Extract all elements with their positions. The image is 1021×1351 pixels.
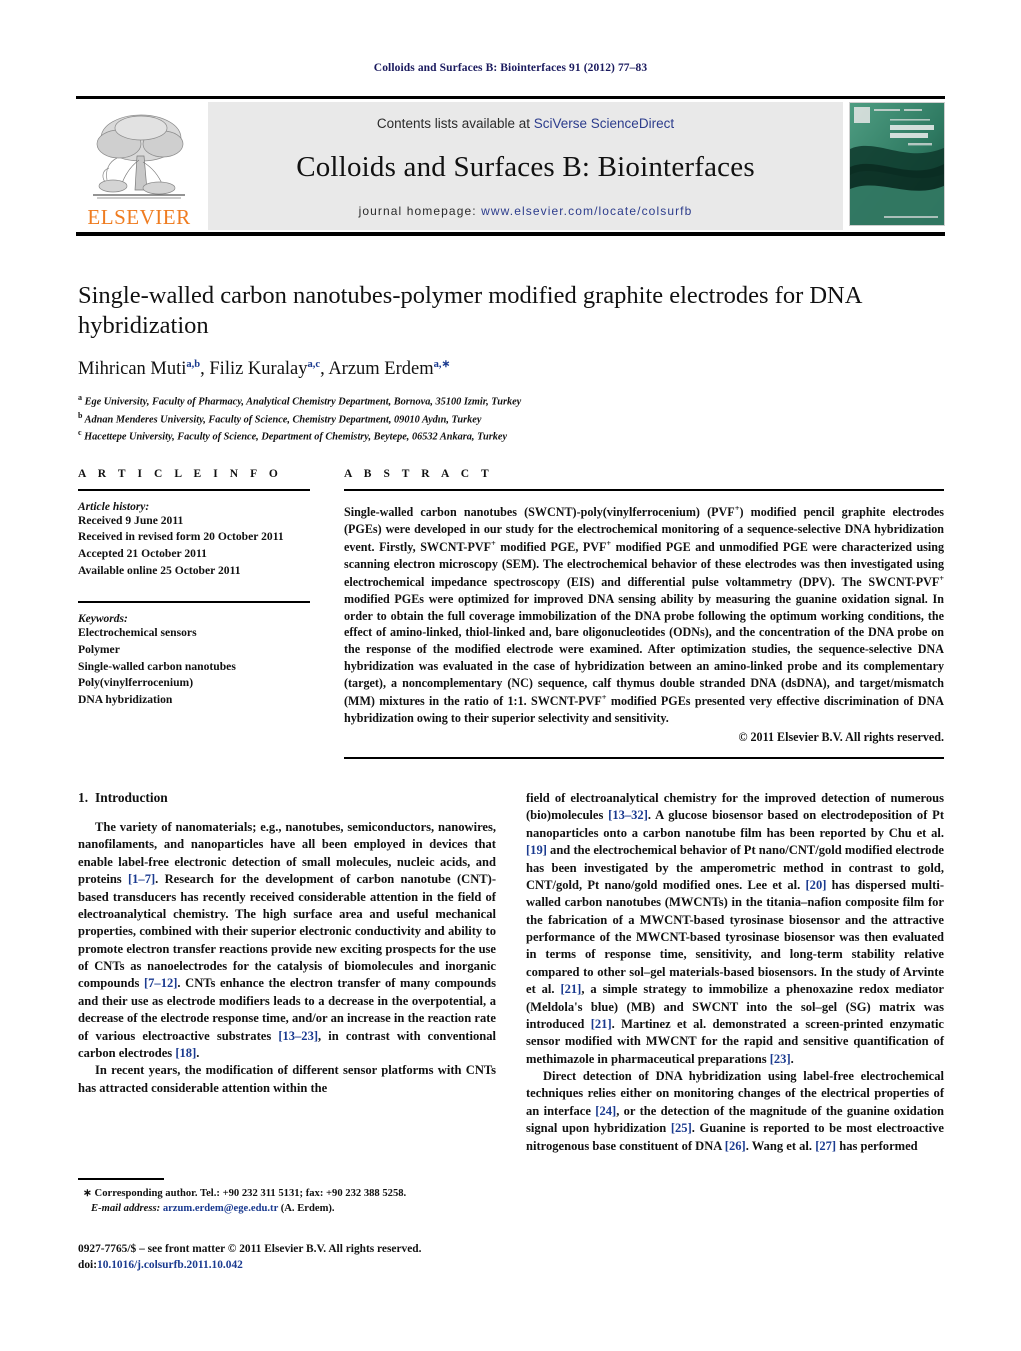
citation-1-7[interactable]: [1–7]: [128, 872, 155, 886]
section-title-text: Introduction: [95, 790, 168, 805]
abstract-text: Single-walled carbon nanotubes (SWCNT)-p…: [344, 503, 945, 726]
elsevier-wordmark: ELSEVIER: [87, 205, 191, 229]
keyword-2: Polymer: [78, 642, 120, 656]
page-title: Single-walled carbon nanotubes-polymer m…: [78, 282, 862, 339]
article-info-heading: A R T I C L E I N F O: [78, 468, 283, 480]
affiliation-c-marker: c: [78, 428, 82, 438]
paragraph-left-1: The variety of nanomaterials; e.g., nano…: [78, 820, 497, 1060]
abstract-copyright: © 2011 Elsevier B.V. All rights reserved…: [738, 730, 944, 745]
journal-cover-thumbnail: [849, 102, 945, 226]
citation-24[interactable]: [24]: [595, 1104, 616, 1118]
citation-18[interactable]: [18]: [175, 1046, 196, 1060]
author-3-affiliation-marker: a,∗: [433, 358, 451, 370]
citation-20[interactable]: [20]: [806, 878, 827, 892]
affiliation-c: c Hacettepe University, Faculty of Scien…: [78, 428, 508, 443]
citation-13-23[interactable]: [13–23]: [278, 1029, 318, 1043]
title-block: Single-walled carbon nanotubes-polymer m…: [78, 281, 944, 445]
article-info-column: A R T I C L E I N F O Article history: R…: [78, 468, 310, 759]
elsevier-tree-icon: [93, 114, 185, 199]
article-history-label: Article history:: [78, 500, 150, 513]
keyword-1: Electrochemical sensors: [78, 625, 197, 639]
author-1-affiliation-marker: a,b: [186, 358, 201, 370]
keywords-label: Keywords:: [78, 612, 128, 625]
issn-doi-block: 0927-7765/$ – see front matter © 2011 El…: [78, 1241, 508, 1273]
section-number: 1.: [78, 790, 89, 805]
history-accepted: Accepted 21 October 2011: [78, 547, 207, 561]
citation-21-b[interactable]: [21]: [591, 1017, 612, 1031]
citation-19[interactable]: [19]: [526, 843, 547, 857]
doi-prefix: doi:: [78, 1259, 97, 1272]
citation-27[interactable]: [27]: [815, 1139, 836, 1153]
keywords-rule: [78, 601, 310, 603]
keyword-5: DNA hybridization: [78, 693, 173, 707]
author-3: Arzum Erdema,∗: [328, 358, 451, 379]
author-sep-1: ,: [200, 358, 210, 379]
header-top-rule: [76, 96, 945, 99]
affiliation-b-marker: b: [78, 410, 83, 420]
email-link[interactable]: arzum.erdem@ege.edu.tr: [163, 1203, 278, 1214]
journal-homepage-link[interactable]: www.elsevier.com/locate/colsurfb: [481, 204, 692, 218]
affiliation-list: a Ege University, Faculty of Pharmacy, A…: [78, 392, 944, 445]
author-2-affiliation-marker: a,c: [307, 358, 321, 370]
pvf-plus-4: +: [939, 573, 944, 583]
citation-25[interactable]: [25]: [671, 1121, 692, 1135]
citation-23[interactable]: [23]: [770, 1052, 791, 1066]
doi-link[interactable]: 10.1016/j.colsurfb.2011.10.042: [97, 1259, 243, 1271]
contents-available-line: Contents lists available at SciVerse Sci…: [377, 116, 674, 131]
body-column-right: field of electroanalytical chemistry for…: [526, 790, 944, 1260]
history-received: Received 9 June 2011: [78, 513, 184, 527]
abstract-heading: A B S T R A C T: [344, 468, 494, 480]
corresponding-author-note: ∗ Corresponding author. Tel.: +90 232 31…: [83, 1187, 407, 1214]
citation-13-32[interactable]: [13–32]: [608, 808, 648, 822]
keyword-3: Single-walled carbon nanotubes: [78, 659, 236, 673]
footnote-rule: [78, 1178, 164, 1180]
paragraph-right-2: Direct detection of DNA hybridization us…: [526, 1069, 944, 1153]
contents-prefix: Contents lists available at: [376, 116, 534, 131]
issn-line: 0927-7765/$ – see front matter © 2011 El…: [78, 1243, 422, 1255]
journal-masthead: Contents lists available at SciVerse Sci…: [208, 102, 843, 230]
journal-header-band: ELSEVIER Contents lists available at Sci…: [76, 96, 945, 236]
article-info-rule: [78, 489, 310, 491]
journal-title: Colloids and Surfaces B: Biointerfaces: [296, 151, 755, 183]
affiliation-b: b Adnan Menderes University, Faculty of …: [78, 410, 482, 425]
history-revised: Received in revised form 20 October 2011: [78, 530, 284, 544]
sciencedirect-link[interactable]: SciVerse ScienceDirect: [534, 116, 674, 131]
email-suffix: (A. Erdem).: [278, 1202, 335, 1214]
author-1: Mihrican Mutia,b: [78, 358, 201, 379]
abstract-rule: [344, 489, 944, 491]
keyword-4: Poly(vinylferrocenium): [78, 676, 194, 690]
header-bottom-rule: [76, 232, 945, 236]
paper-page: Colloids and Surfaces B: Biointerfaces 9…: [0, 0, 1021, 1351]
abstract-bottom-rule: [344, 757, 944, 760]
citation-26[interactable]: [26]: [725, 1139, 746, 1153]
email-label: E-mail address:: [91, 1202, 161, 1214]
paragraph-right-1: field of electroanalytical chemistry for…: [526, 791, 945, 1066]
section-heading-introduction: 1. Introduction: [78, 790, 496, 806]
author-2: Filiz Kuralaya,c: [209, 358, 321, 379]
info-abstract-section: A R T I C L E I N F O Article history: R…: [78, 468, 945, 760]
journal-homepage-line: journal homepage: www.elsevier.com/locat…: [359, 204, 693, 218]
affiliation-a-marker: a: [78, 392, 82, 402]
elsevier-logo: ELSEVIER: [76, 102, 202, 230]
cover-artwork: [850, 103, 944, 225]
author-list: Mihrican Mutia,b, Filiz Kuralaya,c, Arzu…: [78, 358, 944, 380]
footnote-area: ∗ Corresponding author. Tel.: +90 232 31…: [78, 1178, 496, 1216]
affiliation-a: a Ege University, Faculty of Pharmacy, A…: [78, 392, 522, 408]
running-head: Colloids and Surfaces B: Biointerfaces 9…: [373, 62, 648, 74]
homepage-prefix: journal homepage:: [358, 204, 482, 218]
paragraph-left-2: In recent years, the modification of dif…: [78, 1063, 496, 1095]
history-online: Available online 25 October 2011: [78, 564, 241, 578]
doi-line: doi:10.1016/j.colsurfb.2011.10.042: [78, 1257, 508, 1273]
citation-21-a[interactable]: [21]: [560, 982, 581, 996]
footnote-star: ∗: [83, 1187, 92, 1199]
abstract-column: A B S T R A C T Single-walled carbon nan…: [344, 468, 945, 760]
citation-7-12[interactable]: [7–12]: [144, 976, 177, 990]
